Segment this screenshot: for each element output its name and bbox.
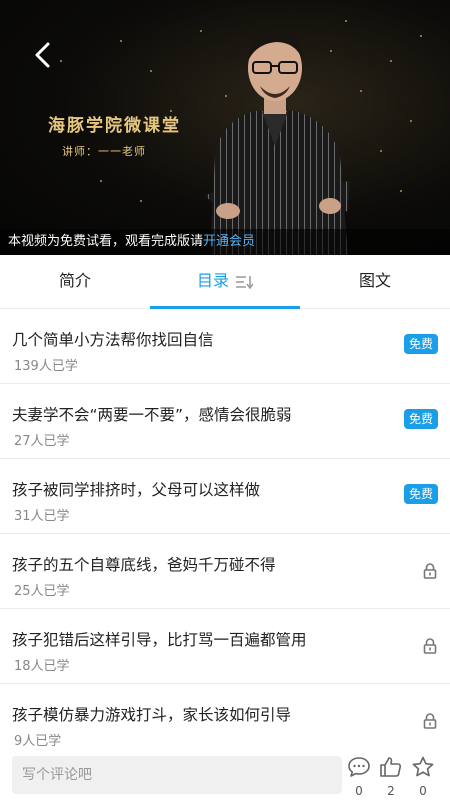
tab-graphic-label: 图文 <box>358 271 391 290</box>
lesson-item[interactable]: 夫妻学不会“两要一不要”，感情会很脆弱 27人已学 免费 <box>0 384 450 459</box>
free-badge: 免费 <box>403 334 438 354</box>
comment-input[interactable]: 写个评论吧 <box>12 756 342 794</box>
trial-text: 本视频为免费试看，观看完成版请 <box>8 234 204 249</box>
video-player[interactable]: 海豚学院微课堂 讲师：一一老师 本视频为免费试看，观看完成版请开通会员 <box>0 0 450 255</box>
membership-link[interactable]: 开通会员 <box>203 234 255 249</box>
lock-icon <box>423 713 437 729</box>
like-button[interactable]: 2 <box>378 756 404 798</box>
lesson-item[interactable]: 孩子犯错后这样引导，比打骂一百遍都管用 18人已学 <box>0 609 450 684</box>
trial-notice: 本视频为免费试看，观看完成版请开通会员 <box>0 229 450 255</box>
comment-button[interactable]: 0 <box>346 756 372 798</box>
lesson-learner-count: 139人已学 <box>14 359 78 374</box>
lesson-title: 孩子被同学排挤时，父母可以这样做 <box>12 481 261 499</box>
back-arrow-icon[interactable] <box>28 38 58 72</box>
lesson-learner-count: 18人已学 <box>14 659 70 674</box>
lecturer-label: 讲师：一一老师 <box>62 145 146 158</box>
tab-catalog-label: 目录 <box>196 271 229 290</box>
favorite-button[interactable]: 0 <box>410 756 436 798</box>
lesson-title: 孩子的五个自尊底线，爸妈千万碰不得 <box>12 556 276 574</box>
thumbs-up-icon <box>380 757 402 777</box>
like-count: 2 <box>387 784 395 798</box>
comment-icon <box>348 757 370 777</box>
tab-graphic[interactable]: 图文 <box>300 255 450 308</box>
lesson-learner-count: 9人已学 <box>14 734 62 749</box>
comment-count: 0 <box>355 784 363 798</box>
free-badge: 免费 <box>403 409 438 429</box>
tab-catalog[interactable]: 目录 <box>150 255 300 309</box>
tab-intro[interactable]: 简介 <box>0 255 150 308</box>
lesson-learner-count: 27人已学 <box>14 434 70 449</box>
list-sort-icon <box>236 275 253 289</box>
lesson-title: 几个简单小方法帮你找回自信 <box>12 331 214 349</box>
favorite-count: 0 <box>419 784 427 798</box>
lesson-item[interactable]: 孩子模仿暴力游戏打斗，家长该如何引导 9人已学 <box>0 684 450 759</box>
lesson-title: 夫妻学不会“两要一不要”，感情会很脆弱 <box>12 406 292 424</box>
brand-title: 海豚学院微课堂 <box>48 116 181 136</box>
tab-bar: 简介 目录 图文 <box>0 255 450 309</box>
presenter-image <box>205 28 350 255</box>
lock-icon <box>423 638 437 654</box>
star-icon <box>412 756 434 777</box>
lesson-title: 孩子模仿暴力游戏打斗，家长该如何引导 <box>12 706 292 724</box>
lock-icon <box>423 563 437 579</box>
lesson-item[interactable]: 孩子的五个自尊底线，爸妈千万碰不得 25人已学 <box>0 534 450 609</box>
lesson-item[interactable]: 孩子被同学排挤时，父母可以这样做 31人已学 免费 <box>0 459 450 534</box>
lesson-title: 孩子犯错后这样引导，比打骂一百遍都管用 <box>12 631 307 649</box>
lesson-learner-count: 25人已学 <box>14 584 70 599</box>
lesson-item[interactable]: 几个简单小方法帮你找回自信 139人已学 免费 <box>0 309 450 384</box>
bottom-action-bar: 写个评论吧 0 2 0 <box>0 752 450 800</box>
lesson-list: 几个简单小方法帮你找回自信 139人已学 免费 夫妻学不会“两要一不要”，感情会… <box>0 309 450 759</box>
tab-intro-label: 简介 <box>58 271 91 290</box>
lesson-learner-count: 31人已学 <box>14 509 70 524</box>
free-badge: 免费 <box>403 484 438 504</box>
